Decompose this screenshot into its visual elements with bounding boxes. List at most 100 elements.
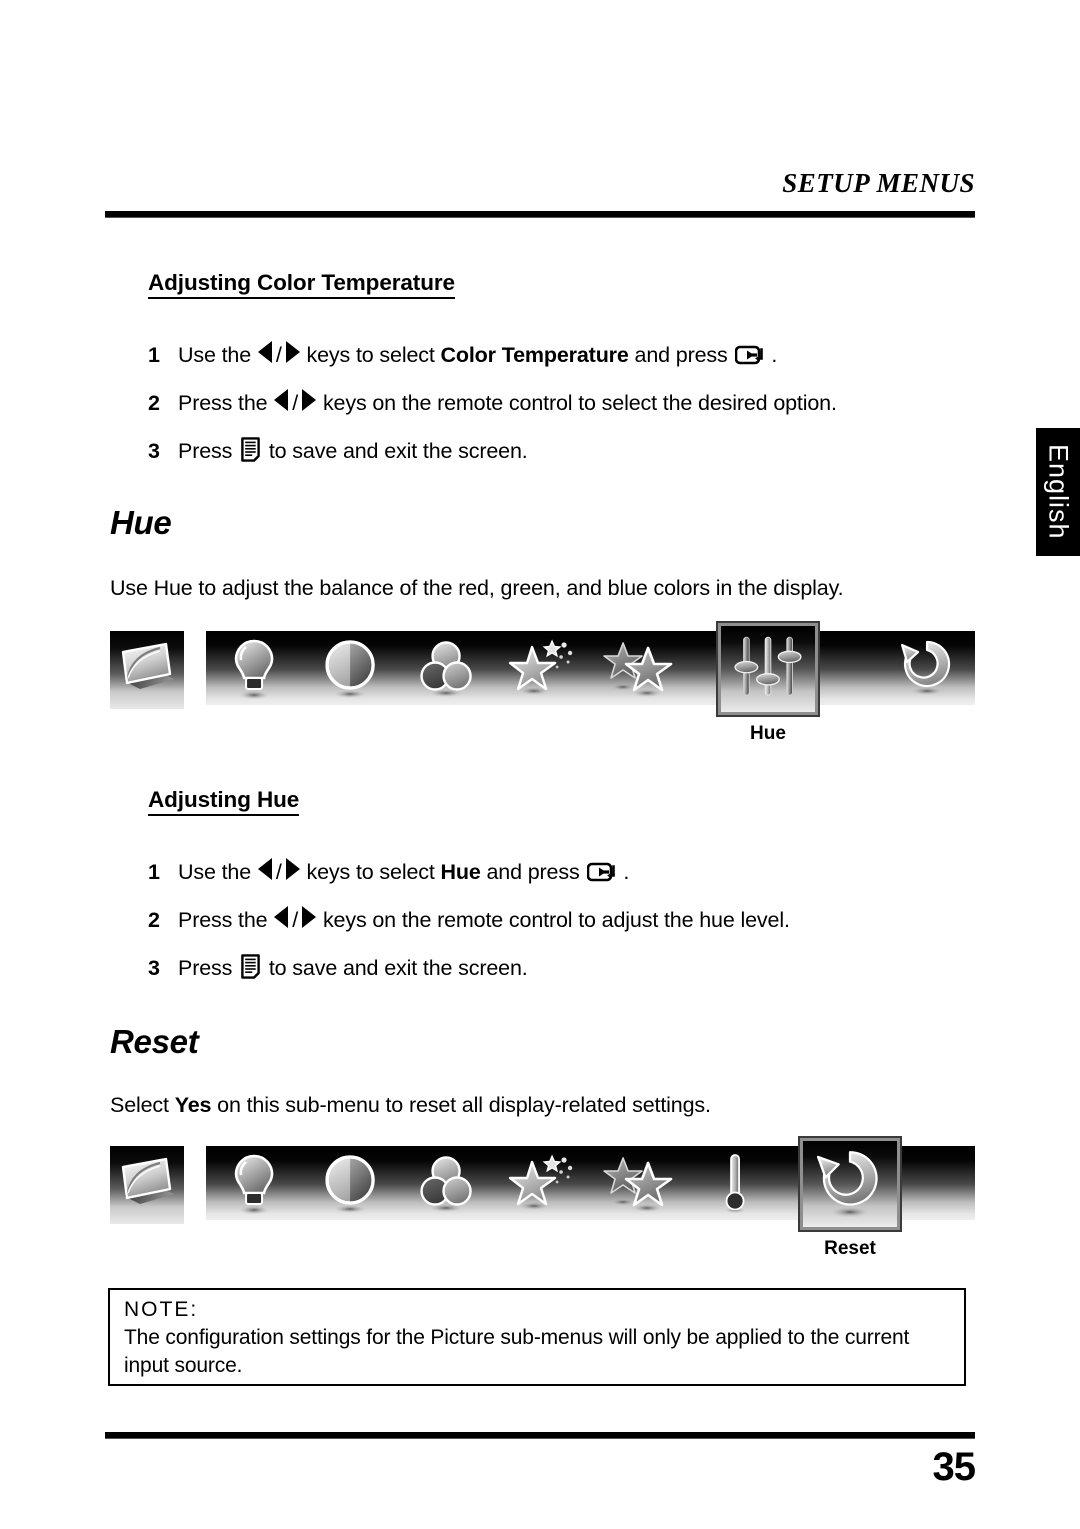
heading-adjusting-hue: Adjusting Hue xyxy=(148,787,299,817)
osd-icon-color xyxy=(398,631,494,705)
right-arrow-key-icon xyxy=(302,389,317,411)
osd-icon-brightness xyxy=(206,631,302,705)
step-item: 1 Use the / keys to select Color Tempera… xyxy=(148,341,778,367)
reset-description-pre: Select xyxy=(110,1093,175,1118)
right-arrow-key-icon xyxy=(285,341,300,363)
step-number: 2 xyxy=(148,391,160,415)
step-text: Use the xyxy=(178,860,257,885)
step-number: 1 xyxy=(148,860,160,885)
osd-icon-contrast xyxy=(302,1146,398,1220)
step-text: Press xyxy=(178,439,239,463)
osd-selection-label-hue: Hue xyxy=(750,723,786,745)
osd-icon-color xyxy=(398,1146,494,1220)
step-text: and press xyxy=(480,860,586,885)
light-bulb-icon xyxy=(234,1154,274,1215)
sliders-icon xyxy=(734,636,802,696)
step-text: Press the xyxy=(178,391,274,415)
step-text: to save and exit the screen. xyxy=(263,439,528,463)
osd-selection-hue[interactable] xyxy=(716,621,820,718)
header-divider xyxy=(105,211,975,218)
osd-menu-reset: Reset xyxy=(110,1136,975,1266)
page-footer: 35 xyxy=(105,1432,977,1490)
osd-icon-color-temperature xyxy=(687,1146,783,1220)
color-temperature-block: Adjusting Color Temperature xyxy=(110,270,975,319)
left-arrow-key-icon xyxy=(257,858,272,881)
enter-key-icon xyxy=(587,862,621,882)
color-temperature-steps: 1 Use the / keys to select Color Tempera… xyxy=(110,341,975,464)
osd-icon-sharpness xyxy=(494,631,590,705)
note-title: NOTE: xyxy=(124,1298,199,1321)
osd-selection-reset[interactable] xyxy=(798,1136,902,1233)
reset-description: Select Yes on this sub-menu to reset all… xyxy=(110,1091,975,1120)
menu-key-icon xyxy=(241,954,260,979)
light-bulb-icon xyxy=(234,639,274,700)
note-body: The configuration settings for the Pictu… xyxy=(124,1326,910,1377)
menu-key-icon xyxy=(241,437,260,462)
left-arrow-key-icon xyxy=(257,341,272,363)
step-emphasis: Hue xyxy=(440,860,481,885)
display-icon xyxy=(121,642,174,690)
enter-key-icon xyxy=(735,345,769,365)
step-text: and press xyxy=(628,343,734,367)
step-text: to save and exit the screen. xyxy=(263,956,528,981)
step-item: 2 Press the / keys on the remote control… xyxy=(148,389,837,415)
page-header: SETUP MENUS xyxy=(105,168,975,218)
two-stars-icon xyxy=(602,642,672,698)
heading-hue: Hue xyxy=(110,504,172,541)
footer-divider xyxy=(105,1432,975,1439)
contrast-icon xyxy=(325,1155,375,1214)
thermometer-icon xyxy=(724,1154,745,1214)
reset-description-emphasis: Yes xyxy=(174,1093,212,1118)
contrast-icon xyxy=(325,640,375,699)
two-stars-icon xyxy=(602,1157,672,1213)
manual-page: SETUP MENUS English Adjusting Color Temp… xyxy=(0,0,1080,1529)
left-arrow-key-icon xyxy=(274,389,289,411)
step-text: keys to select xyxy=(300,860,441,885)
step-item: 3 Press to save and exit the screen. xyxy=(110,954,975,981)
step-text: keys on the remote control to select the… xyxy=(317,391,837,415)
hue-adjust-block: Adjusting Hue xyxy=(110,787,975,836)
osd-display-icon-box xyxy=(110,631,184,710)
right-arrow-key-icon xyxy=(302,906,317,929)
step-text: . xyxy=(623,860,630,885)
language-tab-label: English xyxy=(1043,444,1074,540)
osd-icon-picture-mode xyxy=(591,631,687,705)
left-arrow-key-icon xyxy=(274,906,289,929)
step-number: 3 xyxy=(148,439,160,463)
star-sparkle-icon xyxy=(509,639,573,696)
language-tab-english: English xyxy=(1036,428,1080,556)
step-item: 2 Press the / keys on the remote control… xyxy=(148,906,790,933)
page-content: Adjusting Color Temperature 1 Use the / … xyxy=(110,270,975,1266)
step-number: 3 xyxy=(148,956,160,981)
note-box: NOTE: The configuration settings for the… xyxy=(108,1288,966,1386)
hue-steps: 1 Use the / keys to select Hue and press… xyxy=(110,858,975,981)
osd-selection-label-reset: Reset xyxy=(824,1238,876,1260)
step-emphasis: Color Temperature xyxy=(440,343,629,367)
three-circles-icon xyxy=(420,1156,473,1213)
step-item: 3 Press to save and exit the screen. xyxy=(110,437,975,464)
step-number: 2 xyxy=(148,908,160,933)
step-text: . xyxy=(771,343,778,367)
step-text: Press the xyxy=(178,908,274,933)
step-text: keys on the remote control to adjust the… xyxy=(317,908,790,933)
page-number: 35 xyxy=(932,1445,977,1489)
osd-icon-bar xyxy=(206,631,975,706)
step-item: 1 Use the / keys to select Hue and press… xyxy=(148,858,630,885)
osd-menu-hue: Hue xyxy=(110,621,975,751)
osd-display-icon-box xyxy=(110,1146,184,1225)
osd-icon-brightness xyxy=(206,1146,302,1220)
display-icon xyxy=(121,1157,174,1205)
heading-reset: Reset xyxy=(110,1023,199,1061)
osd-icon-reset xyxy=(879,631,975,705)
step-text: Use the xyxy=(178,343,257,367)
step-number: 1 xyxy=(148,343,160,367)
hue-description: Use Hue to adjust the balance of the red… xyxy=(110,576,844,600)
osd-icon-sharpness xyxy=(494,1146,590,1220)
reset-description-post: on this sub-menu to reset all display-re… xyxy=(211,1093,711,1118)
three-circles-icon xyxy=(420,641,473,698)
star-sparkle-icon xyxy=(509,1154,573,1211)
heading-adjusting-color-temperature: Adjusting Color Temperature xyxy=(148,270,455,299)
right-arrow-key-icon xyxy=(285,858,300,881)
step-text: Press xyxy=(178,956,239,981)
circular-arrow-icon xyxy=(816,1151,878,1218)
